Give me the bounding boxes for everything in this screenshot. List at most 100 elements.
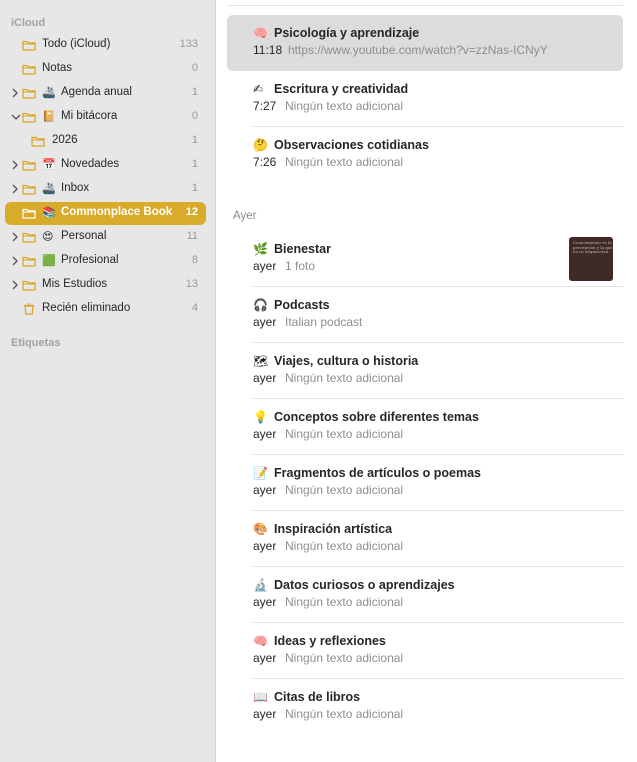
chevron-right-icon[interactable] — [11, 87, 19, 99]
folder-label: Mis Estudios — [42, 278, 108, 290]
note-time: 7:27 — [253, 99, 277, 113]
note-title: Observaciones cotidianas — [274, 138, 429, 152]
folder-count: 1 — [191, 158, 198, 170]
note-preview: Ningún texto adicional — [285, 707, 404, 721]
section-tags-label: Etiquetas — [11, 337, 61, 349]
light-bulb-icon: 💡 — [253, 410, 268, 424]
headphones-icon: 🎧 — [253, 298, 268, 312]
writing-hand-icon: ✍ — [253, 82, 264, 96]
folder-todo-icloud[interactable]: Todo (iCloud) 133 — [5, 34, 206, 57]
note-psicologia[interactable]: 🧠 Psicología y aprendizaje 11:18 https:/… — [227, 15, 623, 71]
folder-icon — [31, 135, 45, 147]
note-escritura[interactable]: ✍ Escritura y creatividad 7:27 Ningún te… — [227, 71, 623, 127]
note-time: 7:26 — [253, 155, 277, 169]
note-datos[interactable]: 🔬 Datos curiosos o aprendizajes ayer Nin… — [227, 567, 623, 623]
chevron-right-icon[interactable] — [11, 279, 19, 291]
chevron-right-icon[interactable] — [11, 255, 19, 267]
green-square-icon: 🟩 — [42, 254, 56, 267]
note-title: Escritura y creatividad — [274, 82, 409, 96]
folder-count: 1 — [191, 86, 198, 98]
folder-novedades[interactable]: 📅 Novedades 1 — [5, 154, 206, 177]
folder-inbox[interactable]: 🚢 Inbox 1 — [5, 178, 206, 201]
folder-label: Todo (iCloud) — [42, 38, 111, 50]
palette-icon: 🎨 — [253, 522, 268, 536]
note-bienestar[interactable]: 🌿 Bienestar ayer 1 foto Conocimiento es … — [227, 231, 623, 287]
folder-notas[interactable]: Notas 0 — [5, 58, 206, 81]
note-thumbnail: Conocimiento es la percepción y la que n… — [569, 237, 613, 281]
note-time: ayer — [253, 259, 277, 273]
note-viajes[interactable]: 🗺 Viajes, cultura o historia ayer Ningún… — [227, 343, 623, 399]
folder-agenda-anual[interactable]: 🚢 Agenda anual 1 — [5, 82, 206, 105]
note-inspiracion[interactable]: 🎨 Inspiración artística ayer Ningún text… — [227, 511, 623, 567]
note-fragmentos[interactable]: 📝 Fragmentos de artículos o poemas ayer … — [227, 455, 623, 511]
note-preview: Ningún texto adicional — [285, 483, 404, 497]
folder-personal[interactable]: 😍 Personal 11 — [5, 226, 206, 249]
note-ideas[interactable]: 🧠 Ideas y reflexiones ayer Ningún texto … — [227, 623, 623, 679]
folder-profesional[interactable]: 🟩 Profesional 8 — [5, 250, 206, 273]
folder-label: Agenda anual — [61, 86, 132, 98]
note-time: ayer — [253, 539, 277, 553]
ship-icon: 🚢 — [42, 86, 56, 99]
folder-count: 11 — [186, 230, 198, 242]
folder-recien-eliminado[interactable]: Recién eliminado 4 — [5, 298, 206, 321]
note-preview: Ningún texto adicional — [285, 99, 404, 113]
sidebar: iCloud Todo (iCloud) 133 Notas 0 🚢 Agend… — [0, 0, 216, 762]
note-title: Datos curiosos o aprendizajes — [274, 578, 455, 592]
folder-icon — [22, 183, 36, 195]
note-title: Fragmentos de artículos o poemas — [274, 466, 481, 480]
folder-2026[interactable]: 2026 1 — [5, 130, 206, 153]
note-podcasts[interactable]: 🎧 Podcasts ayer Italian podcast — [227, 287, 623, 343]
chevron-right-icon[interactable] — [11, 231, 19, 243]
note-list: 🧠 Psicología y aprendizaje 11:18 https:/… — [217, 0, 637, 762]
note-preview: Ningún texto adicional — [285, 539, 404, 553]
folder-label: Novedades — [61, 158, 120, 170]
note-preview: Ningún texto adicional — [285, 371, 404, 385]
brain-icon: 🧠 — [253, 634, 268, 648]
folder-count: 4 — [191, 302, 198, 314]
heart-eyes-icon: 😍 — [42, 230, 54, 243]
note-preview: Ningún texto adicional — [285, 651, 404, 665]
folder-count: 8 — [191, 254, 198, 266]
ship-icon: 🚢 — [42, 182, 56, 195]
open-book-icon: 📖 — [253, 690, 268, 704]
folder-commonplace-book[interactable]: 📚 Commonplace Book 12 — [5, 202, 206, 225]
folder-label: Personal — [61, 230, 107, 242]
brain-icon: 🧠 — [253, 26, 268, 40]
folder-count: 13 — [185, 278, 198, 290]
folder-mis-estudios[interactable]: Mis Estudios 13 — [5, 274, 206, 297]
thinking-face-icon: 🤔 — [253, 138, 268, 152]
memo-icon: 📝 — [253, 466, 268, 480]
trash-icon — [22, 303, 36, 315]
note-preview: Italian podcast — [285, 315, 363, 329]
note-title: Psicología y aprendizaje — [274, 26, 420, 40]
chevron-down-icon[interactable] — [11, 111, 21, 123]
folder-icon — [22, 39, 36, 51]
note-observaciones[interactable]: 🤔 Observaciones cotidianas 7:26 Ningún t… — [227, 127, 623, 183]
calendar-icon: 📅 — [42, 158, 56, 171]
note-conceptos[interactable]: 💡 Conceptos sobre diferentes temas ayer … — [227, 399, 623, 455]
folder-label: Inbox — [61, 182, 90, 194]
note-preview: https://www.youtube.com/watch?v=zzNas-IC… — [288, 43, 548, 57]
folder-label: Profesional — [61, 254, 119, 266]
folder-count: 1 — [191, 134, 198, 146]
books-icon: 📚 — [42, 206, 56, 219]
folder-count: 12 — [185, 206, 198, 218]
note-preview: Ningún texto adicional — [285, 427, 404, 441]
note-title: Bienestar — [274, 242, 331, 256]
note-title: Inspiración artística — [274, 522, 393, 536]
note-time: ayer — [253, 427, 277, 441]
note-time: ayer — [253, 483, 277, 497]
folder-mi-bitacora[interactable]: 📔 Mi bitácora 0 — [5, 106, 206, 129]
note-time: ayer — [253, 595, 277, 609]
note-time: ayer — [253, 707, 277, 721]
note-title: Viajes, cultura o historia — [274, 354, 419, 368]
thumbnail-text: Conocimiento es la percepción y la que n… — [573, 240, 613, 254]
folder-icon — [22, 255, 36, 267]
note-preview: 1 foto — [285, 259, 316, 273]
chevron-right-icon[interactable] — [11, 183, 19, 195]
folder-label: Recién eliminado — [42, 302, 131, 314]
folder-icon — [22, 159, 36, 171]
chevron-right-icon[interactable] — [11, 159, 19, 171]
divider — [227, 5, 623, 6]
note-citas[interactable]: 📖 Citas de libros ayer Ningún texto adic… — [227, 679, 623, 735]
